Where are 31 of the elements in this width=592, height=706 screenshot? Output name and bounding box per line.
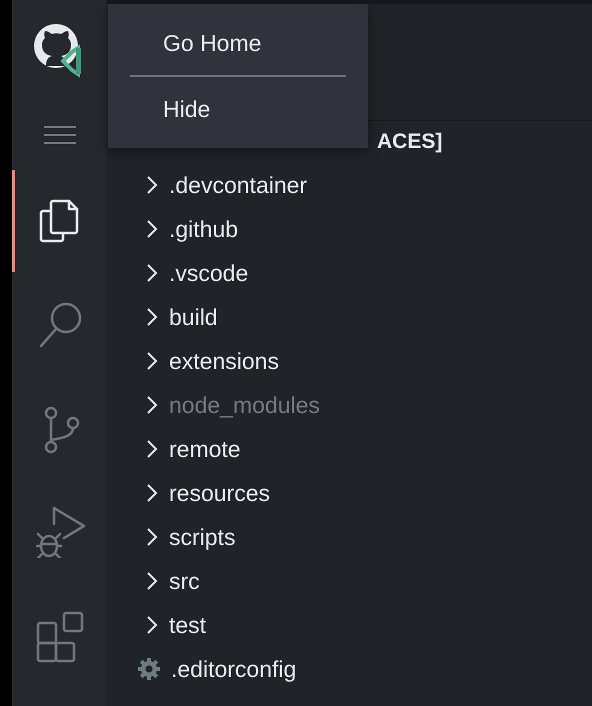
chevron-icon[interactable] [145, 483, 159, 503]
chevron-icon[interactable] [145, 351, 159, 371]
folder-name[interactable]: remote [169, 436, 241, 462]
debug-icon [36, 506, 86, 558]
menu-icon[interactable] [42, 125, 76, 145]
chevron-icon[interactable] [145, 219, 159, 239]
folder-name[interactable]: src [169, 568, 200, 594]
chevron-icon[interactable] [145, 395, 159, 415]
explorer-title: ACES] [377, 130, 442, 154]
folder-name[interactable]: resources [169, 480, 270, 506]
folder-name[interactable]: .vscode [169, 260, 248, 286]
folder-name[interactable]: extensions [169, 348, 279, 374]
search-icon [38, 300, 84, 348]
chevron-icon[interactable] [145, 307, 159, 327]
chevron-icon[interactable] [145, 175, 159, 195]
folder-name[interactable]: test [169, 612, 206, 638]
chevron-icon[interactable] [145, 263, 159, 283]
folder-name[interactable]: build [169, 304, 218, 330]
extensions-icon [36, 611, 86, 663]
chevron-icon[interactable] [145, 615, 159, 635]
chevron-icon[interactable] [145, 571, 159, 591]
menu-item[interactable]: Go Home [108, 20, 368, 66]
folder-name[interactable]: scripts [169, 524, 236, 550]
folder-name[interactable]: node_modules [169, 392, 320, 418]
chevron-icon[interactable] [145, 527, 159, 547]
folder-name[interactable]: .devcontainer [169, 172, 308, 198]
file-name[interactable]: .editorconfig [171, 656, 296, 682]
folder-name[interactable]: .github [169, 216, 238, 242]
gear-icon [137, 657, 161, 681]
chevron-icon[interactable] [145, 439, 159, 459]
menu-item[interactable]: Hide [108, 86, 368, 132]
